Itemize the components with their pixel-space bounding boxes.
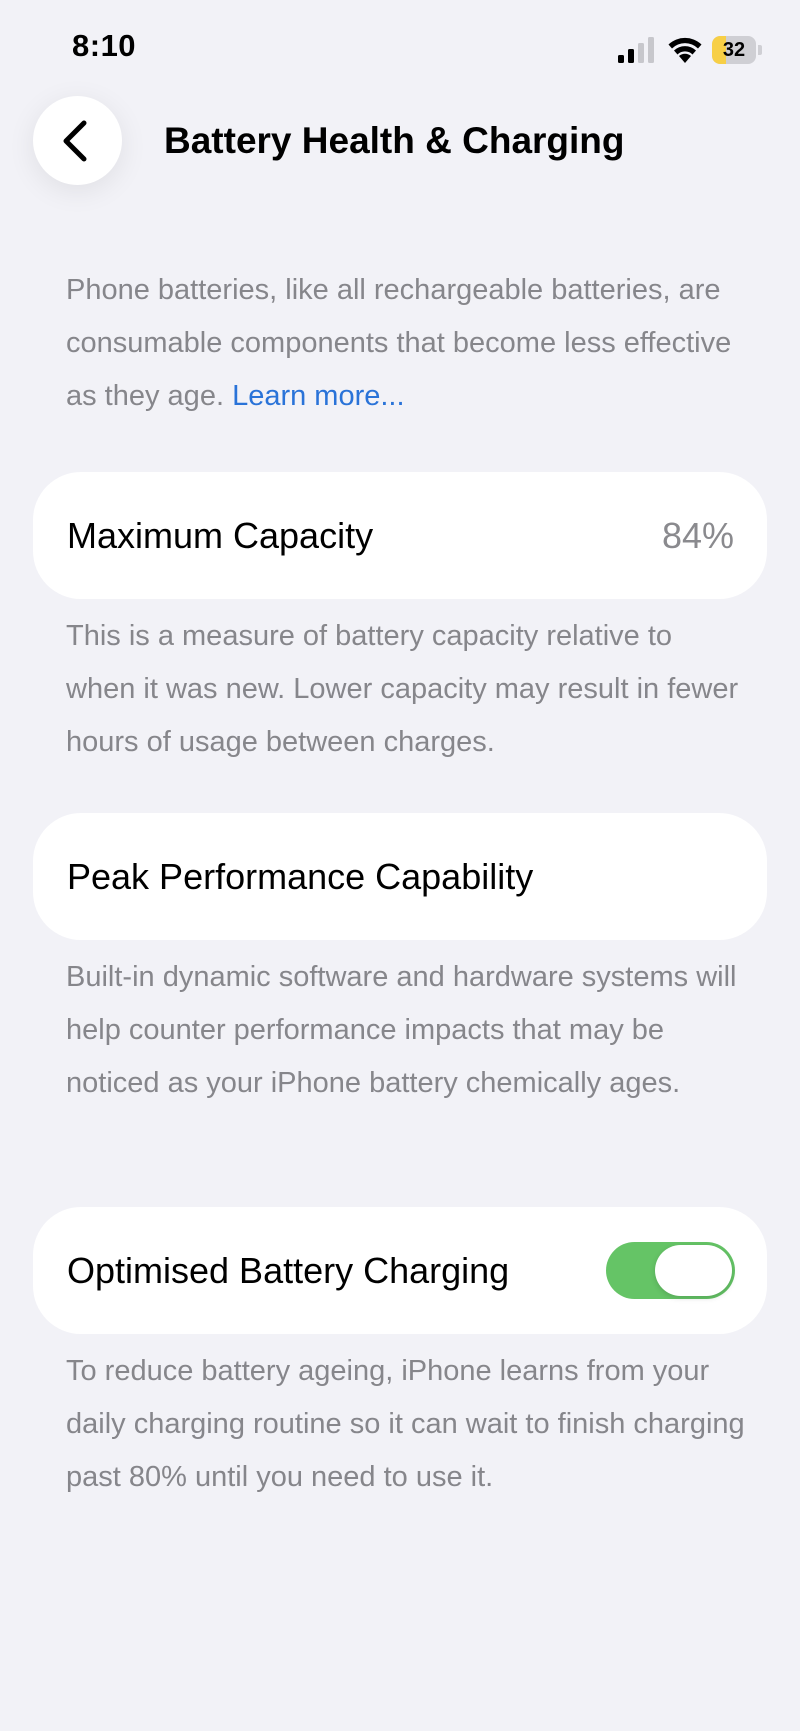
peak-performance-description: Built-in dynamic software and hardware s… — [66, 961, 737, 1099]
peak-performance-card: Peak Performance Capability — [33, 813, 767, 940]
battery-body: 32 — [712, 36, 756, 64]
chevron-left-icon — [63, 120, 86, 161]
learn-more-link[interactable]: Learn more... — [232, 380, 404, 412]
battery-health-screen: 8:10 32 Battery Health & Charging Phone … — [0, 0, 800, 1731]
page-title: Battery Health & Charging — [164, 120, 625, 161]
peak-performance-label: Peak Performance Capability — [67, 856, 534, 897]
battery-cap — [758, 45, 762, 55]
battery-level: 32 — [722, 39, 746, 61]
optimised-charging-label: Optimised Battery Charging — [67, 1250, 510, 1291]
cellular-signal-icon — [618, 37, 654, 63]
intro-description: Phone batteries, like all rechargeable b… — [66, 264, 746, 423]
optimised-charging-description: To reduce battery ageing, iPhone learns … — [66, 1355, 745, 1493]
status-bar: 8:10 32 — [0, 0, 800, 96]
optimised-charging-card: Optimised Battery Charging — [33, 1207, 767, 1334]
toggle-knob — [655, 1245, 732, 1296]
back-button[interactable] — [33, 96, 122, 185]
wifi-icon — [668, 37, 702, 63]
status-time: 8:10 — [72, 28, 137, 63]
maximum-capacity-card: Maximum Capacity 84% — [33, 472, 767, 599]
maximum-capacity-label: Maximum Capacity — [67, 515, 374, 556]
maximum-capacity-description: This is a measure of battery capacity re… — [66, 620, 739, 758]
optimised-charging-toggle[interactable] — [606, 1242, 735, 1299]
battery-icon: 32 — [712, 36, 762, 64]
maximum-capacity-value: 84% — [661, 515, 734, 556]
